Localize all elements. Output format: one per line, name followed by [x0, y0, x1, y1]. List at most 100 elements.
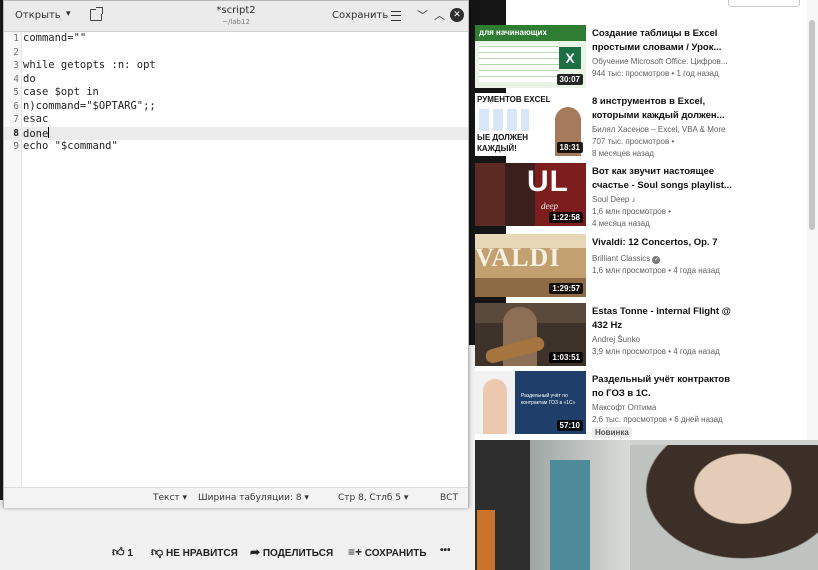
save-to-playlist-button[interactable]: ≡+ СОХРАНИТЬ [348, 545, 427, 559]
save-button[interactable]: Сохранить [332, 10, 388, 21]
video-thumbnail[interactable]: РУМЕНТОВ EXCEL ЫЕ ДОЛЖЕН КАЖДЫЙ! 18:31 [475, 93, 586, 156]
code-text: echo "$command" [23, 140, 118, 152]
video-title[interactable]: 8 инструментов в Excel, которыми каждый д… [592, 95, 732, 123]
channel-name[interactable]: Билял Хасенов – Excel, VBA & More [592, 125, 725, 134]
code-line[interactable]: 7 esac [4, 113, 468, 127]
save-label: СОХРАНИТЬ [364, 548, 427, 559]
webcam-overlay [475, 440, 818, 570]
presenter-image [483, 379, 507, 434]
channel-name[interactable]: Максофт Оптима [592, 403, 656, 412]
video-meta: 707 тыс. просмотров • [592, 137, 675, 146]
thumbnail-caption: VALDI [475, 243, 561, 272]
video-title[interactable]: Вот как звучит настоящее счастье - Soul s… [592, 165, 732, 193]
video-item[interactable]: Раздельный учёт по контрактам ГОЗ в «1С»… [475, 371, 805, 439]
video-title[interactable]: Estas Tonne - Internal Flight @ 432 Hz [592, 305, 732, 333]
channel-label: Brilliant Classics [592, 254, 651, 263]
video-meta: 1,6 млн просмотров • [592, 207, 671, 216]
line-number: 1 [13, 33, 19, 44]
video-title-line: простыми словами / Урок... [592, 42, 722, 53]
video-item[interactable]: 1:03:51 Estas Tonne - Internal Flight @ 4… [475, 303, 805, 371]
more-actions-button[interactable]: ••• [440, 545, 451, 556]
like-button[interactable]: 👍︎ 1 [112, 545, 133, 560]
line-number: 5 [13, 87, 19, 98]
tab-width-label: Ширина табуляции: 8 [198, 493, 302, 503]
video-duration: 18:31 [556, 142, 583, 153]
thumbnail-caption: UL [527, 165, 569, 198]
thumbs-up-icon: 👍︎ [112, 545, 125, 559]
code-line[interactable]: 1 command="" [4, 32, 468, 46]
chevron-down-icon: ▾ [182, 493, 188, 503]
video-title-line: 8 инструментов в Excel, [592, 96, 706, 107]
line-number: 8 [13, 127, 19, 139]
code-line[interactable]: 3 while getopts :n: opt [4, 59, 468, 73]
video-duration: 1:03:51 [549, 352, 583, 363]
channel-name[interactable]: Обучение Microsoft Office. Цифров... [592, 57, 727, 66]
video-item[interactable]: для начинающих X 30:07 Создание таблицы … [475, 25, 805, 93]
thumbnail-caption: deep [541, 201, 558, 211]
cursor-position[interactable]: Стр 8, Стлб 5 ▾ [338, 493, 408, 503]
video-title[interactable]: Vivaldi: 12 Concertos, Op. 7 [592, 236, 732, 250]
channel-name[interactable]: Andrej Šunko [592, 335, 640, 344]
person-image [630, 445, 818, 570]
video-title-line: Раздельный учёт контрактов [592, 374, 731, 385]
video-title-line: 432 Hz [592, 320, 623, 331]
wall-panel-graphic [550, 460, 590, 570]
video-duration: 57:10 [556, 420, 583, 431]
maximize-icon[interactable]: ︿ [434, 7, 445, 23]
video-title[interactable]: Создание таблицы в Excel простыми словами… [592, 27, 732, 55]
video-title-line: Создание таблицы в Excel [592, 28, 718, 39]
video-meta: 1,6 млн просмотров • 4 года назад [592, 266, 720, 275]
syntax-label: Текст [153, 493, 180, 503]
code-line[interactable]: 4 do [4, 73, 468, 87]
channel-label: Soul Deep [592, 195, 630, 204]
code-text: n)command="$OPTARG";; [23, 99, 156, 112]
code-line-current[interactable]: 8 done [4, 126, 468, 142]
tab-width-selector[interactable]: Ширина табуляции: 8 ▾ [198, 493, 309, 503]
code-line[interactable]: 5 case $opt in [4, 86, 468, 100]
video-thumbnail[interactable]: VALDI 1:29:57 [475, 234, 586, 297]
sidebar-scrollbar-thumb[interactable] [809, 20, 815, 230]
video-meta: 2,6 тыс. просмотров • 6 дней назад [592, 415, 723, 424]
video-thumbnail[interactable]: для начинающих X 30:07 [475, 25, 586, 88]
video-thumbnail[interactable]: Раздельный учёт по контрактам ГОЗ в «1С»… [475, 371, 586, 434]
minimize-icon[interactable]: ﹀ [417, 7, 428, 23]
line-number: 4 [13, 73, 19, 85]
share-button[interactable]: ➦ ПОДЕЛИТЬСЯ [250, 545, 333, 559]
channel-name[interactable]: Soul Deep ♪ [592, 195, 636, 204]
cursor-position-label: Стр 8, Стлб 5 [338, 493, 401, 503]
code-editor[interactable]: 1 command="" 2 3 while getopts :n: opt 4 do… [4, 32, 468, 487]
video-item[interactable]: UL deep 1:22:58 Вот как звучит настоящее… [475, 163, 805, 231]
chevron-down-icon: ▾ [304, 493, 309, 503]
code-line[interactable]: 9 echo "$command" [4, 140, 468, 154]
music-note-icon: ♪ [631, 195, 636, 204]
video-item[interactable]: РУМЕНТОВ EXCEL ЫЕ ДОЛЖЕН КАЖДЫЙ! 18:31 8… [475, 93, 805, 161]
thumbnail-caption: РУМЕНТОВ EXCEL [477, 95, 551, 104]
syntax-selector[interactable]: Текст ▾ [153, 493, 187, 503]
code-text-current: done [23, 126, 50, 142]
code-line[interactable]: 2 [4, 46, 468, 60]
video-meta: 3,9 млн просмотров • 4 года назад [592, 347, 720, 356]
video-duration: 30:07 [556, 74, 583, 85]
code-line[interactable]: 6 n)command="$OPTARG";; [4, 100, 468, 114]
thumbnail-caption: для начинающих [475, 25, 586, 41]
hamburger-menu-icon[interactable] [391, 11, 401, 21]
share-label: ПОДЕЛИТЬСЯ [262, 548, 334, 559]
video-item[interactable]: VALDI 1:29:57 Vivaldi: 12 Concertos, Op.… [475, 234, 805, 302]
video-title-line: счастье - Soul songs playlist... [592, 180, 732, 191]
thumbnail-caption: ЫЕ ДОЛЖЕН [477, 133, 529, 142]
close-icon[interactable]: ✕ [450, 8, 464, 22]
code-text: esac [23, 113, 49, 125]
video-thumbnail[interactable]: 1:03:51 [475, 303, 586, 366]
code-text: command="" [23, 32, 87, 44]
dislike-button[interactable]: 👎︎ НЕ НРАВИТСЯ [151, 545, 238, 560]
video-title[interactable]: Раздельный учёт контрактов по ГОЗ в 1С. [592, 373, 732, 401]
like-count: 1 [127, 548, 133, 559]
video-action-bar: 👍︎ 1 👎︎ НЕ НРАВИТСЯ ➦ ПОДЕЛИТЬСЯ ≡+ СОХР… [0, 536, 475, 566]
video-thumbnail[interactable]: UL deep 1:22:58 [475, 163, 586, 226]
chair-graphic [477, 510, 495, 570]
line-number: 7 [13, 114, 19, 125]
sidebar-top-button[interactable] [728, 0, 800, 7]
excel-icon: X [559, 47, 581, 69]
channel-name[interactable]: Brilliant Classics ✓ [592, 254, 661, 264]
verified-check-icon: ✓ [652, 256, 661, 264]
